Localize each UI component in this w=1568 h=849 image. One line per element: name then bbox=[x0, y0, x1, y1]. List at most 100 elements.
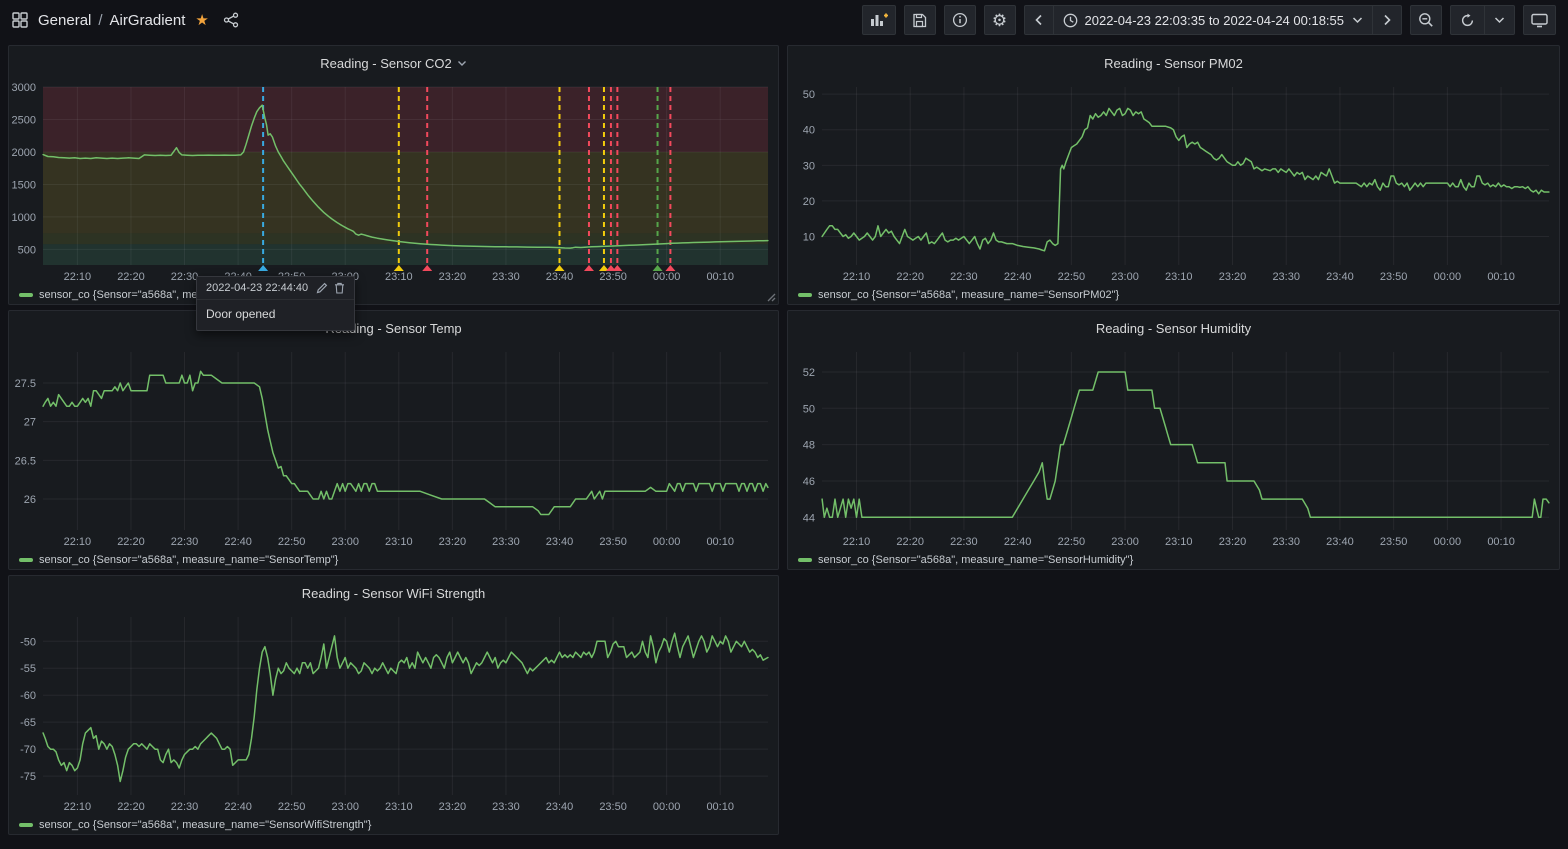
kiosk-icon bbox=[1531, 13, 1548, 28]
save-dashboard-button[interactable] bbox=[904, 5, 936, 35]
annotation-text: Door opened bbox=[197, 299, 354, 330]
legend-label: sensor_co {Sensor="a568a", measure_name=… bbox=[818, 554, 1133, 566]
svg-text:00:00: 00:00 bbox=[1434, 536, 1462, 548]
svg-text:2000: 2000 bbox=[12, 147, 36, 159]
svg-text:3000: 3000 bbox=[12, 82, 36, 94]
svg-text:22:30: 22:30 bbox=[171, 536, 199, 548]
time-range-forward-button[interactable] bbox=[1372, 6, 1401, 34]
favorite-star-icon[interactable]: ★ bbox=[195, 13, 208, 28]
svg-text:23:50: 23:50 bbox=[1380, 271, 1408, 283]
svg-text:23:00: 23:00 bbox=[1111, 536, 1139, 548]
svg-text:23:50: 23:50 bbox=[599, 536, 627, 548]
svg-text:23:00: 23:00 bbox=[331, 536, 359, 548]
edit-annotation-icon[interactable] bbox=[316, 282, 328, 294]
svg-text:22:30: 22:30 bbox=[171, 801, 199, 813]
panel-sensor-co2: Reading - Sensor CO2 5001000150020002500… bbox=[8, 45, 779, 305]
panel-sensor-pm02: Reading - Sensor PM02 102030405022:1022:… bbox=[787, 45, 1560, 305]
zoom-out-time-button[interactable] bbox=[1410, 5, 1442, 35]
svg-text:23:30: 23:30 bbox=[1272, 536, 1300, 548]
svg-text:23:40: 23:40 bbox=[1326, 536, 1354, 548]
svg-text:22:30: 22:30 bbox=[171, 271, 199, 283]
apps-grid-icon[interactable] bbox=[12, 12, 28, 28]
panel-title[interactable]: Reading - Sensor Temp bbox=[9, 311, 778, 346]
svg-text:-60: -60 bbox=[20, 690, 36, 702]
time-range-button[interactable]: 2022-04-23 22:03:35 to 2022-04-24 00:18:… bbox=[1053, 6, 1373, 34]
svg-text:23:00: 23:00 bbox=[331, 801, 359, 813]
svg-text:23:30: 23:30 bbox=[492, 801, 520, 813]
legend[interactable]: sensor_co {Sensor="a568a", measure_name=… bbox=[9, 815, 778, 835]
refresh-button[interactable] bbox=[1451, 6, 1484, 34]
legend[interactable]: sensor_co {Sensor="a568a", measure_name=… bbox=[788, 550, 1559, 570]
svg-text:00:10: 00:10 bbox=[706, 801, 734, 813]
svg-text:22:20: 22:20 bbox=[117, 271, 145, 283]
panel-title[interactable]: Reading - Sensor PM02 bbox=[788, 46, 1559, 81]
chart-plot-pm02[interactable]: 102030405022:1022:2022:3022:4022:5023:00… bbox=[788, 81, 1559, 285]
legend-label: sensor_co {Sensor="a568a", measure_name=… bbox=[818, 289, 1119, 301]
chart-plot-wifi[interactable]: -75-70-65-60-55-5022:1022:2022:3022:4022… bbox=[9, 611, 778, 815]
svg-text:00:00: 00:00 bbox=[653, 801, 681, 813]
svg-text:23:10: 23:10 bbox=[385, 536, 413, 548]
svg-text:22:40: 22:40 bbox=[1004, 536, 1032, 548]
time-range-back-button[interactable] bbox=[1025, 6, 1053, 34]
refresh-interval-button[interactable] bbox=[1484, 6, 1514, 34]
svg-text:00:00: 00:00 bbox=[1434, 271, 1462, 283]
svg-text:23:40: 23:40 bbox=[546, 801, 574, 813]
svg-text:2500: 2500 bbox=[12, 114, 36, 126]
svg-text:46: 46 bbox=[803, 476, 815, 488]
time-picker-group: 2022-04-23 22:03:35 to 2022-04-24 00:18:… bbox=[1024, 5, 1403, 35]
svg-text:50: 50 bbox=[803, 89, 815, 101]
add-panel-button[interactable] bbox=[862, 5, 896, 35]
svg-text:30: 30 bbox=[803, 160, 815, 172]
dashboard-settings-button[interactable]: ⚙ bbox=[984, 5, 1016, 35]
svg-text:22:50: 22:50 bbox=[1058, 271, 1086, 283]
kiosk-mode-button[interactable] bbox=[1523, 5, 1556, 35]
panel-title[interactable]: Reading - Sensor CO2 bbox=[9, 46, 778, 81]
svg-text:22:10: 22:10 bbox=[64, 271, 92, 283]
panel-resize-handle[interactable] bbox=[766, 292, 776, 302]
panel-title[interactable]: Reading - Sensor WiFi Strength bbox=[9, 576, 778, 611]
legend-label: sensor_co {Sensor="a568a", measure_name=… bbox=[39, 554, 338, 566]
svg-text:27: 27 bbox=[24, 417, 36, 429]
panel-title[interactable]: Reading - Sensor Humidity bbox=[788, 311, 1559, 346]
breadcrumb-dashboard-title[interactable]: AirGradient bbox=[110, 12, 186, 29]
annotation-timestamp: 2022-04-23 22:44:40 bbox=[206, 282, 308, 294]
time-range-label: 2022-04-23 22:03:35 to 2022-04-24 00:18:… bbox=[1085, 13, 1345, 28]
svg-text:23:10: 23:10 bbox=[385, 801, 413, 813]
panel-menu-icon[interactable] bbox=[457, 60, 467, 67]
legend[interactable]: sensor_co {Sensor="a568a", measure_name=… bbox=[788, 285, 1559, 305]
legend-swatch bbox=[19, 293, 33, 297]
svg-text:23:30: 23:30 bbox=[492, 271, 520, 283]
chart-plot-humidity[interactable]: 444648505222:1022:2022:3022:4022:5023:00… bbox=[788, 346, 1559, 550]
svg-text:23:30: 23:30 bbox=[492, 536, 520, 548]
insights-icon bbox=[952, 12, 968, 28]
time-back-icon bbox=[1034, 14, 1044, 26]
add-panel-icon bbox=[870, 12, 888, 28]
svg-text:23:20: 23:20 bbox=[439, 271, 467, 283]
share-icon[interactable] bbox=[223, 12, 239, 28]
dashboard-insights-button[interactable] bbox=[944, 5, 976, 35]
panel-title-text: Reading - Sensor WiFi Strength bbox=[302, 586, 486, 601]
breadcrumb: General / AirGradient bbox=[38, 12, 185, 29]
delete-annotation-icon[interactable] bbox=[334, 282, 345, 294]
legend-swatch bbox=[798, 558, 812, 562]
svg-text:22:10: 22:10 bbox=[64, 801, 92, 813]
time-forward-icon bbox=[1382, 14, 1392, 26]
svg-text:22:50: 22:50 bbox=[278, 801, 306, 813]
svg-text:-65: -65 bbox=[20, 717, 36, 729]
legend-label: sensor_co {Sensor="a568a", measure_name=… bbox=[39, 819, 371, 831]
svg-text:-70: -70 bbox=[20, 744, 36, 756]
chart-plot-co2[interactable]: 5001000150020002500300022:1022:2022:3022… bbox=[9, 81, 778, 285]
svg-text:22:20: 22:20 bbox=[117, 536, 145, 548]
legend[interactable]: sensor_co {Sensor="a568a", measure_name=… bbox=[9, 285, 778, 305]
refresh-icon bbox=[1460, 13, 1475, 28]
legend-swatch bbox=[798, 293, 812, 297]
breadcrumb-separator: / bbox=[98, 12, 102, 29]
svg-text:-50: -50 bbox=[20, 636, 36, 648]
svg-text:52: 52 bbox=[803, 367, 815, 379]
breadcrumb-folder[interactable]: General bbox=[38, 12, 91, 29]
svg-text:-75: -75 bbox=[20, 771, 36, 783]
legend[interactable]: sensor_co {Sensor="a568a", measure_name=… bbox=[9, 550, 778, 570]
chart-plot-temp[interactable]: 2626.52727.522:1022:2022:3022:4022:5023:… bbox=[9, 346, 778, 550]
svg-text:22:30: 22:30 bbox=[950, 271, 978, 283]
svg-text:22:10: 22:10 bbox=[843, 271, 871, 283]
